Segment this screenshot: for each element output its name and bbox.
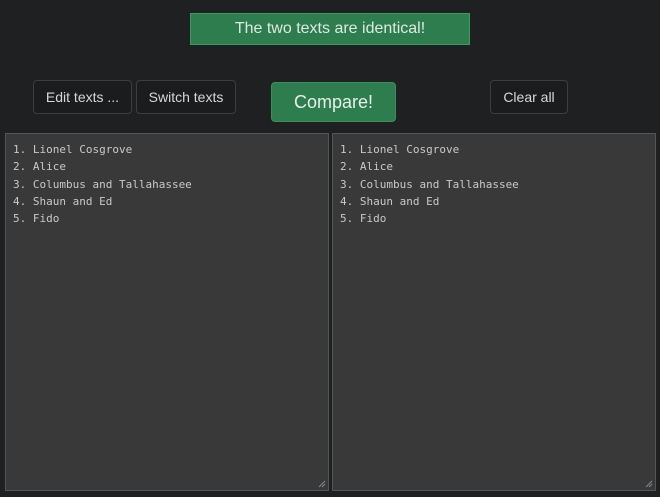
switch-texts-button[interactable]: Switch texts xyxy=(136,80,236,114)
compare-button[interactable]: Compare! xyxy=(271,82,396,122)
text-line: 1. Lionel Cosgrove xyxy=(340,143,460,156)
resize-handle-icon[interactable] xyxy=(318,480,326,488)
text-line: 5. Fido xyxy=(13,212,60,226)
edit-texts-button[interactable]: Edit texts ... xyxy=(33,80,132,114)
text-line: 2. Alice xyxy=(340,160,393,174)
left-text-area[interactable]: 1. Lionel Cosgrove 2. Alice 3. Columbus … xyxy=(5,133,329,491)
diff-checker-page: The two texts are identical! Edit texts … xyxy=(0,0,660,497)
text-line: 2. Alice xyxy=(13,160,66,174)
text-panes: 1. Lionel Cosgrove 2. Alice 3. Columbus … xyxy=(5,133,656,491)
text-line: 3. Columbus and Tallahassee xyxy=(340,177,519,191)
right-text-area[interactable]: 1. Lionel Cosgrove 2. Alice 3. Columbus … xyxy=(332,133,656,491)
text-line: 4. Shaun and Ed xyxy=(13,194,113,208)
clear-all-button[interactable]: Clear all xyxy=(490,80,568,114)
text-line: 5. Fido xyxy=(340,212,387,226)
text-line: 3. Columbus and Tallahassee xyxy=(13,177,192,191)
text-line: 4. Shaun and Ed xyxy=(340,194,440,208)
status-message: The two texts are identical! xyxy=(234,20,426,37)
resize-handle-icon[interactable] xyxy=(645,480,653,488)
text-line: 1. Lionel Cosgrove xyxy=(13,143,133,156)
status-banner: The two texts are identical! xyxy=(190,13,470,45)
